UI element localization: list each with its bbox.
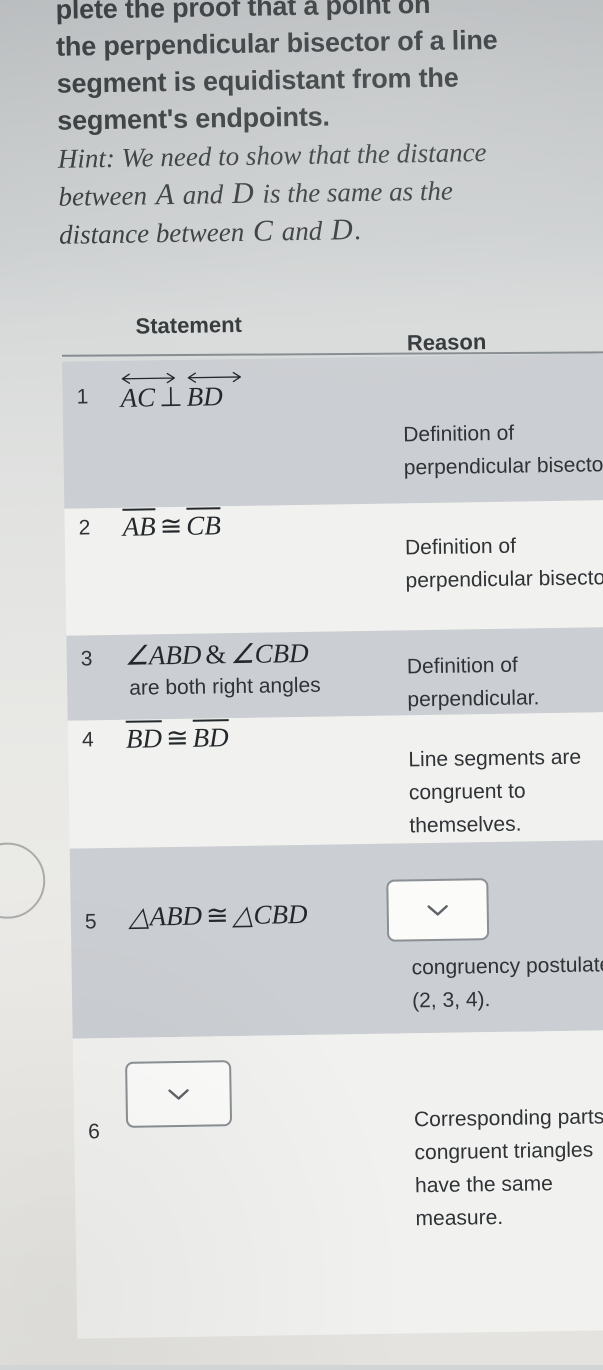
statement-operator: ≅ [159,510,183,542]
table-header-row: Statement Reason [61,306,603,362]
segment-cb: CB [186,510,222,541]
row-number: 2 [78,516,91,540]
hint-text-3c: . [354,215,362,246]
chevron-down-icon [427,904,448,916]
row-number: 1 [76,385,89,409]
row-reason: Definition of perpendicular. [406,653,540,712]
statement-math: BD ≅ BD [126,722,229,754]
row-reason: Definition of perpendicular bisector. [404,534,603,593]
segment-bd-2: BD [192,722,229,753]
row-statement: △ABD ≅ △CBD [129,897,429,933]
statement-math: AB ≅ CB [122,510,221,542]
row-reason: Definition of perpendicular bisector. [403,421,603,480]
statement-subtext: are both right angles [129,673,321,700]
triangle-abd: △ABD [128,900,203,932]
segment-ab: AB [122,511,156,542]
table-row: 5 △ABD ≅ △CBD congruency postulate (2, 3, … [69,839,603,1039]
row-statement: AC ⊥ BD [120,367,396,414]
hint-var-c: C [252,214,274,248]
problem-prompt: plete the proof that a point on the perp… [55,0,603,254]
table-row: 4 BD ≅ BD Line segments are congruent to t… [67,711,603,849]
hint-var-d2: D [330,213,353,247]
row-reason: congruency postulate (2, 3, 4). [411,953,603,1013]
row-number: 6 [87,1120,101,1144]
statement-operand-1: AC [120,382,156,413]
column-header-statement: Statement [135,311,243,339]
hint-text-1: Hint: We need to show that the distance [57,137,487,174]
hint-line-3: distance between C and D. [59,207,603,254]
statement-math: ∠ABD & ∠CBD [124,638,308,671]
content-tilt-wrapper: plete the proof that a point on the perp… [0,0,603,1370]
hint-text-2a: between [58,180,154,212]
statement-operator: ≅ [165,722,189,754]
proof-table: Statement Reason 1 AC ⊥ BD Definition of p… [61,306,603,1339]
statement-math: AC ⊥ BD [120,371,242,413]
hint-text-2b: and [175,179,231,210]
statement-operand-2: BD [186,381,223,412]
line-bd: BD [186,369,242,413]
hint-var-d1: D [231,176,254,211]
double-arrow-icon [187,371,242,383]
statement-operator: ≅ [205,900,229,931]
table-row: 1 AC ⊥ BD Definition of perpendicular bise… [62,352,603,509]
segment-bd-1: BD [125,723,163,754]
angle-cbd: ∠CBD [230,637,309,670]
hint-text-3b: and [274,215,330,247]
statement-operator: & [205,639,227,670]
row-number: 4 [81,728,94,752]
chevron-down-icon [168,1088,189,1100]
double-arrow-icon [121,372,175,384]
row-number: 3 [80,647,93,671]
row-reason: Corresponding parts of congruent triangl… [413,1105,603,1231]
circle-button-partial-icon[interactable] [0,842,46,920]
table-row: 3 ∠ABD & ∠CBD are both right angles Defini… [66,626,603,721]
hint-text-2c: is the same as the [255,175,454,209]
angle-abd: ∠ABD [124,639,202,671]
statement-operator: ⊥ [158,381,183,413]
hint-text-3a: distance between [58,216,252,250]
row-number: 5 [84,910,97,934]
line-ac: AC [120,370,175,414]
row-statement: ∠ABD & ∠CBD are both right angles [124,636,415,704]
hint-var-a: A [155,177,175,212]
table-row: 2 AB ≅ CB Definition of perpendicular bise… [64,499,603,636]
triangle-cbd: △CBD [232,898,308,931]
statement-math: △ABD ≅ △CBD [129,899,308,932]
reason-dropdown-row-5[interactable] [386,878,490,942]
row-reason: Line segments are congruent to themselve… [408,745,582,838]
row-statement: BD ≅ BD [126,717,401,754]
table-row: 6 Corresponding parts of congruent trian… [72,1029,603,1339]
row-statement: AB ≅ CB [122,505,397,542]
statement-dropdown-row-6[interactable] [125,1060,233,1128]
